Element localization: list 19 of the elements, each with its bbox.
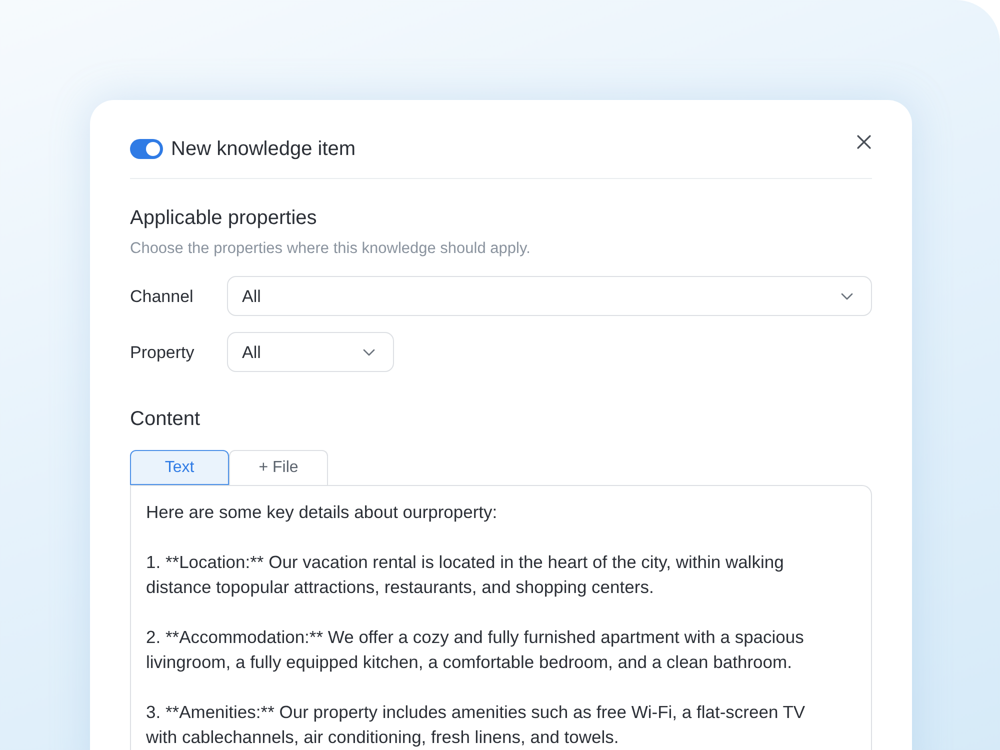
close-icon[interactable] bbox=[856, 134, 872, 150]
section-heading: Applicable properties bbox=[130, 206, 318, 231]
dropdown-field[interactable]: All bbox=[227, 332, 394, 372]
text-area[interactable] bbox=[130, 485, 872, 750]
chevron-down-icon bbox=[363, 348, 375, 356]
text-paragraph: 1. **Location:** Our vacation rental is located in the heart of the city, within walking distance topopular attractions, restaurants, and shopping centers. bbox=[146, 551, 785, 600]
field-label: Channel bbox=[130, 286, 194, 308]
toggle-switch[interactable] bbox=[130, 139, 163, 159]
field-label: Property bbox=[130, 342, 196, 364]
dropdown-field[interactable]: All bbox=[227, 276, 872, 316]
tab[interactable]: + File bbox=[229, 450, 328, 486]
chevron-down-icon bbox=[841, 292, 853, 300]
section-description: Choose the properties where this knowledge should apply. bbox=[130, 239, 532, 259]
text-paragraph: 2. **Accommodation:** We offer a cozy and fully furnished apartment with a spacious livingroom, a fully equipped kitchen, a comfortable bedroom, and a clean bathroom. bbox=[146, 626, 805, 674]
text-paragraph: Here are some key details about ourproperty: bbox=[146, 501, 498, 524]
section-heading: Content bbox=[130, 407, 202, 432]
dialog-title: New knowledge item bbox=[171, 137, 356, 162]
tab[interactable]: Text bbox=[130, 450, 229, 486]
text-paragraph: 3. **Amenities:** Our property includes amenities such as free Wi-Fi, a flat-screen TV with cablechannels, air conditioning, fresh linens, and towels. bbox=[146, 701, 806, 750]
